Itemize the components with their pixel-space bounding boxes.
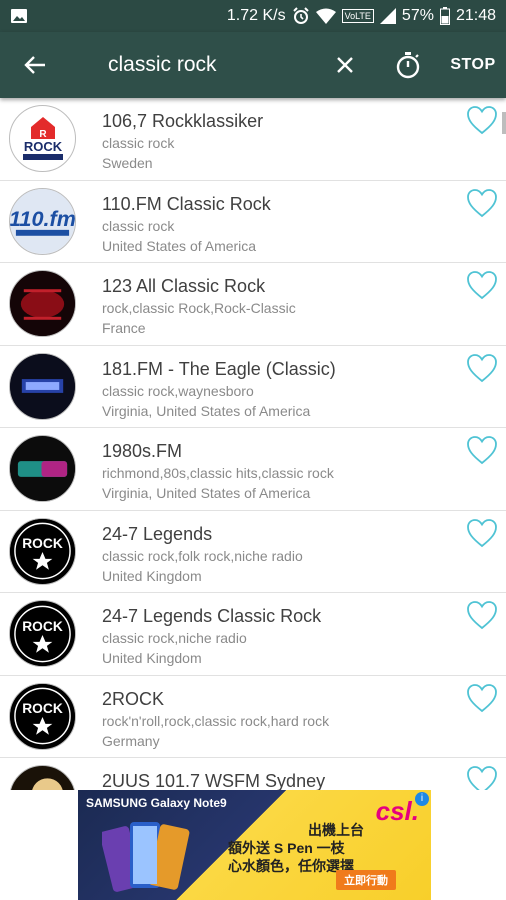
list-item[interactable]: ROCK 2ROCK rock'n'roll,rock,classic rock… bbox=[0, 676, 506, 758]
station-name: 24-7 Legends Classic Rock bbox=[102, 606, 322, 626]
svg-text:ROCK: ROCK bbox=[23, 139, 62, 154]
list-item[interactable]: 123 All Classic Rock rock,classic Rock,R… bbox=[0, 263, 506, 346]
station-name: 123 All Classic Rock bbox=[102, 276, 266, 296]
station-name: 110.FM Classic Rock bbox=[102, 193, 271, 214]
favorite-button[interactable] bbox=[466, 270, 498, 300]
list-item[interactable]: R ROCK 106,7 Rockklassiker classic rock … bbox=[0, 98, 506, 181]
favorite-button[interactable] bbox=[466, 765, 498, 790]
1980sfm-logo bbox=[9, 435, 76, 502]
station-tags: classic rock bbox=[102, 135, 175, 151]
favorite-button[interactable] bbox=[466, 683, 498, 713]
svg-text:ROCK: ROCK bbox=[22, 701, 63, 716]
110fm-logo: 110.fm bbox=[9, 187, 76, 255]
ad-line-2: 額外送 S Pen 一枝 bbox=[228, 840, 345, 856]
search-toolbar: STOP bbox=[0, 32, 506, 98]
heart-outline-icon bbox=[467, 188, 497, 217]
search-input[interactable] bbox=[108, 53, 308, 77]
station-name: 106,7 Rockklassiker bbox=[102, 111, 264, 131]
heart-outline-icon bbox=[467, 436, 497, 465]
station-country: France bbox=[102, 320, 146, 336]
rock-star-logo: ROCK bbox=[9, 517, 76, 585]
wsfm-logo bbox=[9, 765, 76, 790]
sleep-timer-button[interactable] bbox=[375, 32, 440, 98]
network-speed: 1.72 K/s bbox=[226, 7, 286, 24]
search-field[interactable] bbox=[70, 32, 315, 98]
list-item[interactable]: ROCK 24-7 Legends Classic Rock classic r… bbox=[0, 593, 506, 676]
favorite-button[interactable] bbox=[466, 435, 498, 465]
ad-banner[interactable]: SAMSUNG Galaxy Note9 csl. i 出機上台 額外送 S P… bbox=[78, 790, 431, 900]
station-tags: classic rock,niche radio bbox=[102, 630, 247, 646]
list-item[interactable]: 1980s.FM richmond,80s,classic hits,class… bbox=[0, 428, 506, 511]
clear-search-button[interactable] bbox=[315, 32, 375, 98]
favorite-button[interactable] bbox=[466, 105, 498, 135]
cell-signal-icon bbox=[379, 8, 396, 24]
ad-logo: csl. bbox=[375, 796, 419, 826]
station-name: 24-7 Legends bbox=[102, 523, 213, 544]
station-country: United Kingdom bbox=[102, 567, 202, 584]
station-name: 1980s.FM bbox=[102, 441, 183, 461]
heart-outline-icon bbox=[467, 601, 497, 630]
station-country: Virginia, United States of America bbox=[102, 485, 311, 501]
back-button[interactable] bbox=[0, 32, 70, 98]
favorite-button[interactable] bbox=[466, 600, 498, 630]
svg-text:110.fm: 110.fm bbox=[10, 206, 75, 231]
station-tags: rock'n'roll,rock,classic rock,hard rock bbox=[102, 712, 330, 729]
close-icon bbox=[337, 57, 353, 73]
favorite-button[interactable] bbox=[466, 188, 498, 218]
heart-outline-icon bbox=[467, 271, 497, 300]
clock: 21:48 bbox=[455, 7, 496, 24]
list-item[interactable]: 181.FM - The Eagle (Classic) classic roc… bbox=[0, 346, 506, 428]
heart-outline-icon bbox=[467, 106, 497, 135]
station-name: 2UUS 101.7 WSFM Sydney bbox=[102, 771, 326, 790]
station-name: 2ROCK bbox=[102, 688, 165, 709]
alarm-icon bbox=[292, 7, 310, 25]
heart-outline-icon bbox=[467, 683, 497, 712]
list-item[interactable]: 110.fm 110.FM Classic Rock classic rock … bbox=[0, 181, 506, 263]
stop-button[interactable]: STOP bbox=[440, 32, 506, 98]
station-tags: classic rock,waynesboro bbox=[102, 382, 254, 399]
volte-badge: VoLTE bbox=[341, 9, 374, 23]
svg-text:ROCK: ROCK bbox=[22, 619, 63, 634]
station-country: Virginia, United States of America bbox=[102, 402, 311, 419]
station-country: Germany bbox=[102, 732, 160, 749]
heart-outline-icon bbox=[467, 353, 497, 382]
heart-outline-icon bbox=[467, 766, 497, 790]
battery-percent: 57% bbox=[401, 7, 434, 24]
ad-cta-button[interactable]: 立即行動 bbox=[336, 870, 396, 890]
station-list[interactable]: R ROCK 106,7 Rockklassiker classic rock … bbox=[0, 98, 506, 790]
ad-info-icon[interactable]: i bbox=[415, 792, 429, 806]
svg-text:ROCK: ROCK bbox=[22, 536, 63, 551]
ad-line-1: 出機上台 bbox=[308, 822, 364, 838]
station-country: Sweden bbox=[102, 155, 153, 171]
favorite-button[interactable] bbox=[466, 353, 498, 383]
favorite-button[interactable] bbox=[466, 518, 498, 548]
station-name: 181.FM - The Eagle (Classic) bbox=[102, 358, 336, 379]
station-tags: rock,classic Rock,Rock-Classic bbox=[102, 300, 296, 316]
123-all-classic-rock-logo bbox=[9, 270, 76, 337]
station-tags: classic rock bbox=[102, 217, 175, 234]
heart-outline-icon bbox=[467, 518, 497, 547]
wifi-icon bbox=[315, 8, 336, 24]
rock-klassiker-logo: R ROCK bbox=[9, 105, 76, 172]
image-notification-icon bbox=[10, 8, 28, 24]
arrow-left-icon bbox=[24, 56, 45, 74]
timer-icon bbox=[396, 52, 419, 79]
rock-star-logo: ROCK bbox=[9, 682, 76, 750]
list-item[interactable]: 2UUS 101.7 WSFM Sydney bbox=[0, 758, 506, 790]
status-bar: 1.72 K/s VoLTE 57% 21:48 bbox=[0, 0, 506, 32]
station-country: United States of America bbox=[102, 237, 257, 254]
battery-icon bbox=[439, 7, 450, 25]
station-tags: richmond,80s,classic hits,classic rock bbox=[102, 465, 334, 481]
scrollbar-thumb[interactable] bbox=[502, 112, 506, 134]
list-item[interactable]: ROCK 24-7 Legends classic rock,folk rock… bbox=[0, 511, 506, 593]
ad-phones-image bbox=[99, 816, 194, 896]
181fm-logo bbox=[9, 352, 76, 420]
rock-star-logo: ROCK bbox=[9, 600, 76, 667]
ad-brand: SAMSUNG Galaxy Note9 bbox=[86, 796, 227, 810]
station-tags: classic rock,folk rock,niche radio bbox=[102, 547, 303, 564]
station-country: United Kingdom bbox=[102, 650, 202, 666]
